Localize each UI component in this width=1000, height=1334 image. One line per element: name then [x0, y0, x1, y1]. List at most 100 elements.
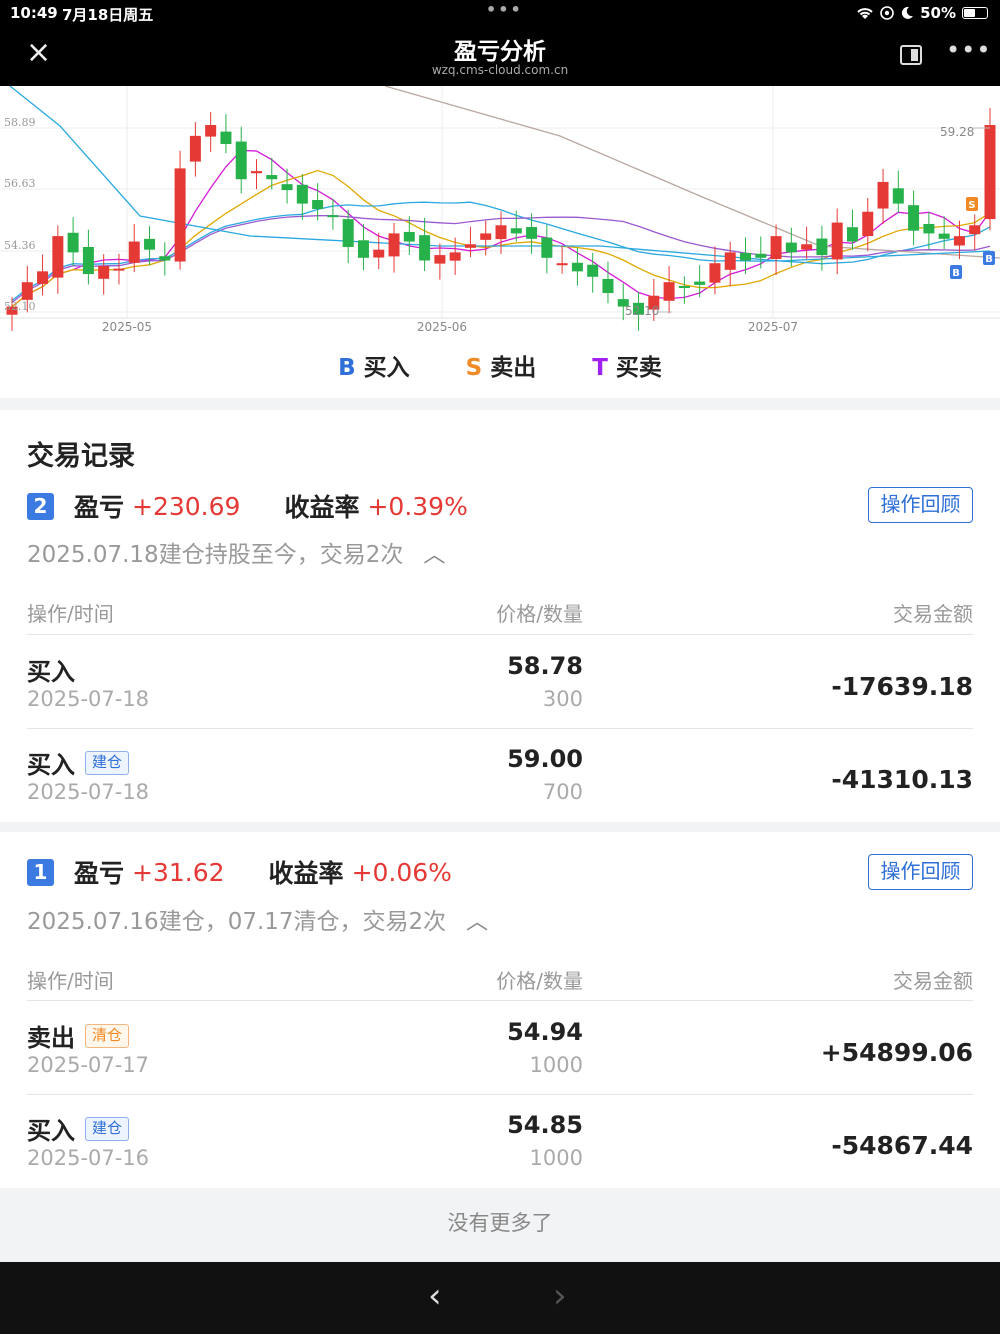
- trade-date: 2025-07-16: [27, 1146, 150, 1170]
- candle-body: [984, 125, 996, 220]
- trade-row[interactable]: 买入 2025-07-18 58.78 300 -17639.18: [27, 652, 973, 732]
- candle-body: [877, 181, 889, 209]
- candle-body: [602, 278, 614, 294]
- candle-body: [923, 223, 935, 234]
- candle-body: [709, 263, 721, 283]
- open-position-tag: 建仓: [85, 750, 130, 775]
- x-tick-label: 2025-05: [102, 320, 152, 334]
- x-tick-label: 2025-07: [748, 320, 798, 334]
- pnl-value: +31.62: [132, 857, 225, 887]
- candle-body: [785, 242, 797, 253]
- candle-body: [159, 256, 171, 261]
- column-header: 操作/时间 价格/数量 交易金额: [27, 598, 973, 626]
- candle-body: [144, 238, 156, 250]
- legend-trade-key: T: [592, 355, 608, 381]
- candle-body: [174, 168, 186, 262]
- trade-records-card-2: 1 盈亏 +31.62 收益率 +0.06% 操作回顾 2025.07.16建仓…: [0, 832, 1000, 1188]
- kline-chart-card: 58.89 56.63 54.36 52.10 2025-05 2025-06 2025-0…: [0, 86, 1000, 398]
- candle-body: [556, 263, 568, 266]
- trade-row[interactable]: 买入 建仓 2025-07-16 54.85 1000 -54867.44: [27, 1111, 973, 1191]
- y-tick-label: 56.63: [4, 177, 36, 190]
- ma60-line: [384, 86, 1000, 259]
- chevron-up-icon[interactable]: ︿: [466, 910, 488, 935]
- candle-body: [740, 252, 751, 261]
- candle-body: [189, 135, 201, 162]
- no-more-text: 没有更多了: [447, 1211, 553, 1235]
- status-time: 10:49: [10, 4, 58, 22]
- multitask-dots-icon[interactable]: •••: [486, 0, 523, 19]
- trade-price: 54.85: [507, 1111, 583, 1139]
- legend-trade: T 买卖: [592, 348, 662, 388]
- trade-row[interactable]: 卖出 清仓 2025-07-17 54.94 1000 +54899.06: [27, 1018, 973, 1098]
- trade-header: 1 盈亏 +31.62 收益率 +0.06%: [27, 854, 452, 890]
- legend-sell: S 卖出: [466, 348, 537, 388]
- records-title: 交易记录: [27, 441, 135, 472]
- candle-body: [587, 264, 599, 277]
- candles: [6, 108, 996, 331]
- candle-body: [480, 233, 492, 240]
- candle-body: [82, 246, 94, 275]
- candle-body: [908, 205, 920, 231]
- rate-value: +0.39%: [367, 491, 468, 521]
- column-price: 价格/数量: [496, 969, 583, 993]
- page-title: 盈亏分析: [454, 39, 546, 65]
- trade-row[interactable]: 买入 建仓 2025-07-18 59.00 700 -41310.13: [27, 745, 973, 825]
- candle-body: [571, 262, 583, 272]
- trade-summary-text: 2025.07.16建仓，07.17清仓，交易2次: [27, 909, 447, 935]
- candle-body: [434, 255, 446, 264]
- candle-body: [449, 252, 461, 261]
- candle-body: [464, 244, 476, 248]
- browser-bottom-bar: ‹ ›: [0, 1262, 1000, 1334]
- candle-body: [938, 233, 950, 239]
- candle-body: [312, 200, 324, 210]
- column-price: 价格/数量: [496, 602, 583, 626]
- trade-action-text: 卖出: [27, 1024, 75, 1052]
- status-bar: 10:49 7月18日周五 ••• 50%: [0, 0, 1000, 26]
- kline-chart[interactable]: 58.89 56.63 54.36 52.10 2025-05 2025-06 2025-0…: [0, 86, 1000, 348]
- trade-action: 买入: [27, 652, 75, 687]
- rate-label: 收益率: [268, 859, 344, 888]
- y-tick-label: 54.36: [4, 239, 36, 252]
- legend-buy-key: B: [338, 355, 356, 381]
- forward-icon[interactable]: ›: [553, 1276, 567, 1316]
- buy-marker-text: B: [985, 254, 993, 265]
- candle-body: [831, 222, 843, 260]
- candle-body: [770, 236, 782, 259]
- trade-summary-text: 2025.07.18建仓持股至今，交易2次: [27, 542, 404, 568]
- trade-index-badge: 1: [27, 858, 54, 886]
- trade-summary[interactable]: 2025.07.18建仓持股至今，交易2次 ︿: [27, 535, 445, 569]
- candle-body: [281, 184, 293, 191]
- sidebar-toggle-icon[interactable]: [900, 45, 922, 65]
- candle-body: [251, 171, 262, 174]
- review-button[interactable]: 操作回顾: [868, 487, 973, 523]
- more-icon[interactable]: •••: [946, 36, 991, 64]
- trade-index-badge: 2: [27, 492, 54, 520]
- chevron-up-icon[interactable]: ︿: [423, 543, 445, 568]
- trade-summary[interactable]: 2025.07.16建仓，07.17清仓，交易2次 ︿: [27, 902, 488, 936]
- trade-qty: 300: [542, 687, 583, 711]
- trade-action-text: 买入: [27, 751, 75, 779]
- candle-body: [892, 188, 904, 204]
- pnl-label: 盈亏: [74, 859, 125, 888]
- candle-body: [755, 253, 767, 258]
- trade-qty: 700: [542, 780, 583, 804]
- candle-body: [52, 236, 64, 278]
- review-button[interactable]: 操作回顾: [868, 854, 973, 890]
- pnl-label: 盈亏: [74, 493, 125, 522]
- battery-icon: [962, 7, 988, 19]
- candle-body: [678, 286, 690, 289]
- column-op: 操作/时间: [27, 602, 114, 626]
- candle-body: [816, 238, 828, 256]
- location-icon: [880, 6, 894, 20]
- candle-body: [266, 175, 278, 180]
- moving-average-lines: [9, 86, 1000, 308]
- candle-body: [21, 282, 33, 300]
- rate-label: 收益率: [284, 493, 360, 522]
- chart-grid: [0, 86, 1000, 319]
- trade-amount: -41310.13: [831, 765, 973, 794]
- trade-qty: 1000: [529, 1146, 583, 1170]
- close-position-tag: 清仓: [85, 1023, 130, 1048]
- back-icon[interactable]: ‹: [428, 1276, 442, 1316]
- legend-trade-label: 买卖: [615, 355, 662, 381]
- trade-action-text: 买入: [27, 1117, 75, 1145]
